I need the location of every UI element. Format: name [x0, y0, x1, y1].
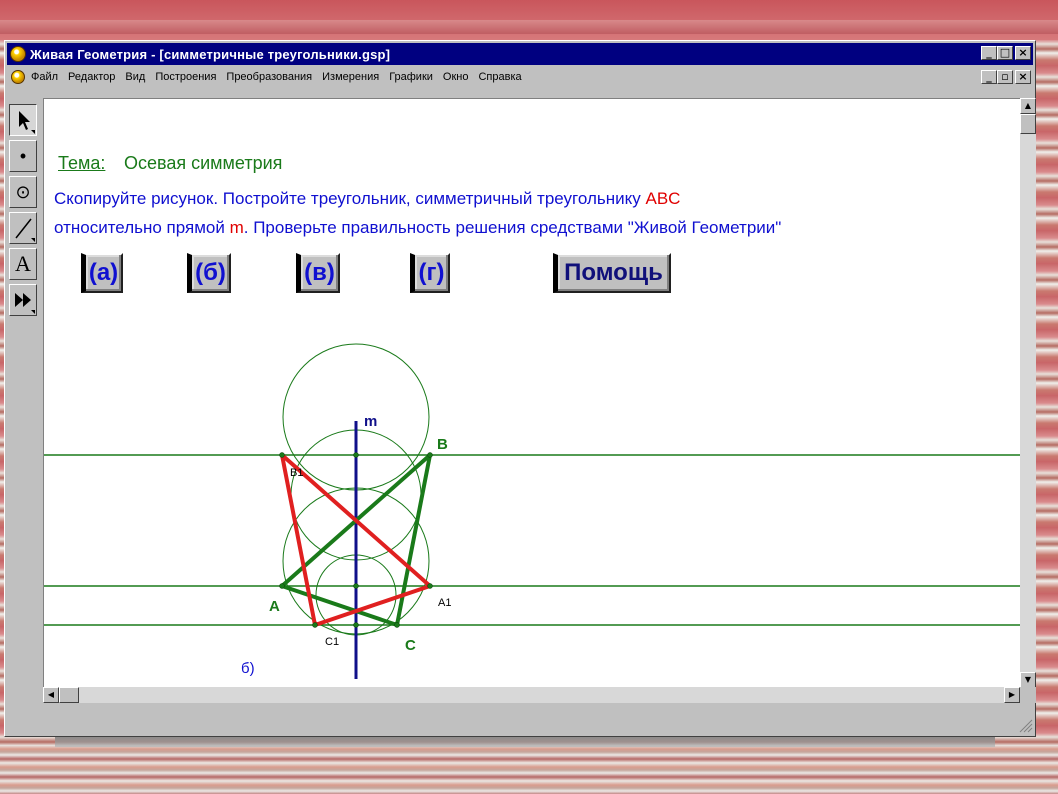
custom-tool[interactable]	[9, 284, 37, 316]
axis-point[interactable]	[353, 583, 359, 589]
resize-grip-icon[interactable]	[1017, 717, 1033, 733]
toolbox: • ⊙ A	[9, 104, 39, 322]
app-icon[interactable]	[10, 46, 26, 62]
parallel-lines	[44, 454, 1020, 626]
point-a1[interactable]	[427, 583, 433, 589]
point-tool[interactable]: •	[9, 140, 37, 172]
menu-measure[interactable]: Измерения	[322, 71, 379, 83]
label-c1: C1	[325, 636, 339, 648]
label-b1: B1	[290, 467, 303, 479]
window-title: Живая Геометрия - [симметричные треуголь…	[30, 46, 391, 62]
minimize-button[interactable]: _	[981, 46, 997, 60]
point-c[interactable]	[394, 622, 400, 628]
menu-graph[interactable]: Графики	[389, 71, 433, 83]
horizontal-scroll-thumb[interactable]	[59, 687, 79, 703]
point-c1[interactable]	[312, 622, 318, 628]
menu-view[interactable]: Вид	[125, 71, 145, 83]
vertical-scrollbar[interactable]: ▲ ▼	[1020, 98, 1036, 688]
app-window: Живая Геометрия - [симметричные треуголь…	[4, 40, 1036, 737]
maximize-button[interactable]: □	[997, 46, 1013, 60]
menu-window[interactable]: Окно	[443, 71, 469, 83]
horizontal-scrollbar[interactable]: ◀ ▶	[43, 687, 1020, 703]
scroll-corner	[1020, 687, 1036, 703]
menu-file[interactable]: Файл	[31, 71, 58, 83]
label-b: B	[437, 436, 448, 453]
close-button[interactable]: ×	[1015, 46, 1031, 60]
menu-edit[interactable]: Редактор	[68, 71, 115, 83]
background-band	[0, 20, 1058, 34]
point-a[interactable]	[279, 583, 285, 589]
doc-minimize-button[interactable]: _	[981, 70, 997, 84]
text-tool[interactable]: A	[9, 248, 37, 280]
text-icon: A	[15, 251, 31, 276]
label-a: A	[269, 598, 280, 615]
sketch-canvas[interactable]: Тема: Осевая симметрия Скопируйте рисуно…	[43, 98, 1021, 689]
background-bottom	[0, 745, 1058, 794]
window-controls: _ □ ×	[981, 46, 1031, 60]
scroll-right-button[interactable]: ▶	[1004, 687, 1020, 703]
document-controls: _ ▫ ×	[981, 70, 1031, 84]
selection-arrow-tool[interactable]	[9, 104, 37, 136]
scroll-left-button[interactable]: ◀	[43, 687, 59, 703]
axis-point[interactable]	[353, 622, 359, 628]
menu-construct[interactable]: Построения	[155, 71, 216, 83]
axis-point[interactable]	[353, 452, 359, 458]
document-icon[interactable]	[11, 70, 25, 84]
menu-transform[interactable]: Преобразования	[226, 71, 312, 83]
compass-icon: ⊙	[15, 181, 31, 202]
point-b[interactable]	[427, 452, 433, 458]
geometry-drawing: m B B1 A A1 C1 C б)	[44, 343, 1020, 679]
doc-close-button[interactable]: ×	[1015, 70, 1031, 84]
axis-label-m: m	[364, 413, 377, 430]
scroll-down-button[interactable]: ▼	[1020, 672, 1036, 688]
scroll-up-button[interactable]: ▲	[1020, 98, 1036, 114]
point-b1[interactable]	[279, 452, 285, 458]
straightedge-tool[interactable]	[9, 212, 37, 244]
point-icon: •	[19, 145, 27, 166]
compass-tool[interactable]: ⊙	[9, 176, 37, 208]
menu-bar: Файл Редактор Вид Построения Преобразова…	[7, 67, 1033, 87]
title-bar[interactable]: Живая Геометрия - [симметричные треуголь…	[7, 43, 1033, 65]
label-c: C	[405, 637, 416, 654]
figure-caption: б)	[241, 660, 255, 677]
window-shadow	[55, 737, 995, 747]
label-a1: A1	[438, 597, 451, 609]
doc-restore-button[interactable]: ▫	[997, 70, 1013, 84]
menu-help[interactable]: Справка	[478, 71, 521, 83]
vertical-scroll-thumb[interactable]	[1020, 114, 1036, 134]
